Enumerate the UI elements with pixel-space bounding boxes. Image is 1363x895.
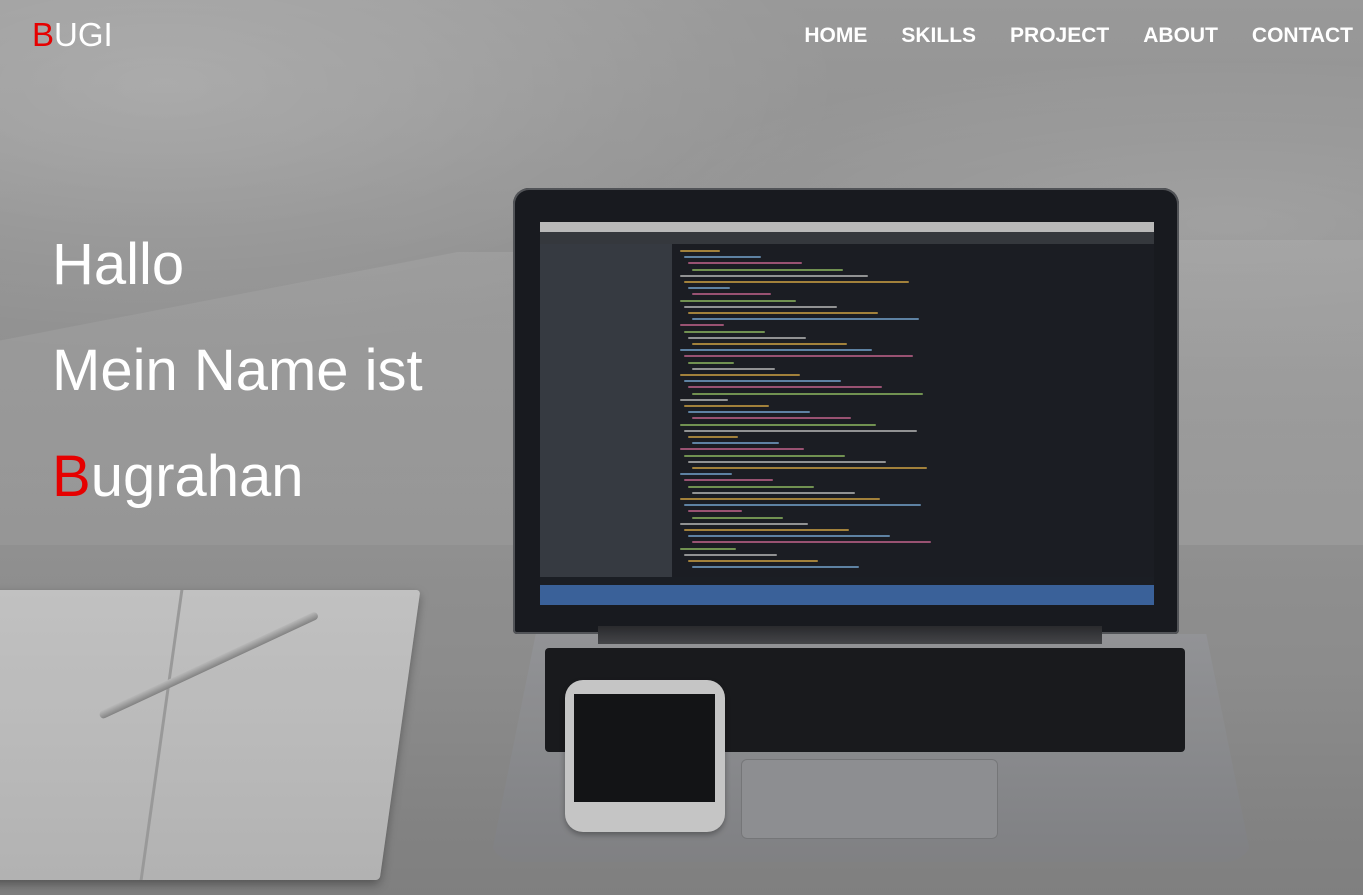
- hero-greeting: Hallo: [52, 232, 185, 297]
- hero-intro: Mein Name ist: [52, 338, 423, 403]
- nav-contact-link[interactable]: CONTACT: [1252, 22, 1353, 50]
- brand-accent-letter: B: [32, 16, 55, 53]
- nav-project-link[interactable]: PROJECT: [1010, 22, 1109, 50]
- brand-logo[interactable]: BUGI: [32, 16, 113, 54]
- nav-skills-link[interactable]: SKILLS: [901, 22, 976, 50]
- hero-text: Hallo Mein Name ist Bugrahan: [52, 212, 423, 530]
- hero-name-accent: B: [52, 444, 91, 509]
- main-navigation: HOME SKILLS PROJECT ABOUT CONTACT: [770, 22, 1353, 50]
- nav-home-link[interactable]: HOME: [804, 22, 867, 50]
- nav-about-link[interactable]: ABOUT: [1143, 22, 1218, 50]
- hero-name: Bugrahan: [52, 424, 423, 530]
- brand-text: UGI: [54, 16, 113, 53]
- hero-name-rest: ugrahan: [90, 444, 304, 509]
